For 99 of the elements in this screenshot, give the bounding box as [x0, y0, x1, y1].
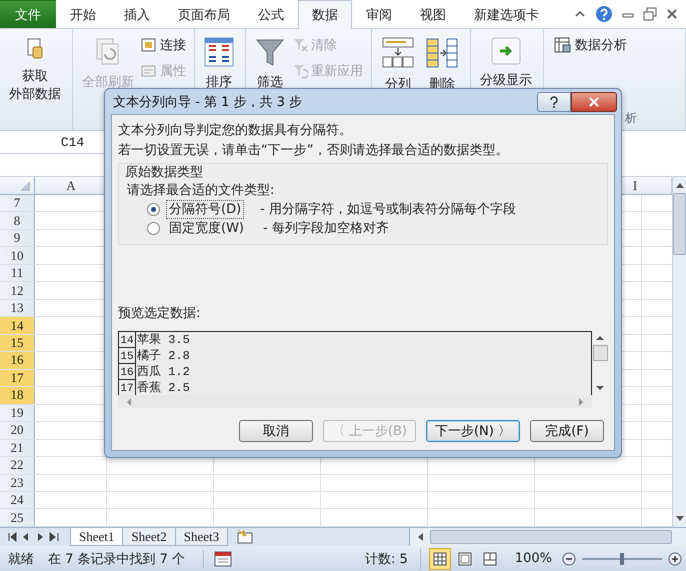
- sheet-tab[interactable]: Sheet3: [174, 528, 228, 546]
- clear-filter-icon: [292, 37, 308, 53]
- row-header[interactable]: 23: [0, 474, 35, 491]
- pagebreak-view-icon: [482, 550, 498, 566]
- row-header[interactable]: 12: [0, 282, 35, 299]
- zoom-level[interactable]: 100%: [508, 551, 558, 566]
- ribbon-tab[interactable]: 新建选项卡: [460, 0, 553, 28]
- radio-button[interactable]: [147, 222, 160, 235]
- properties-icon: [141, 63, 157, 79]
- option-description: - 每列字段加空格对齐: [263, 220, 389, 237]
- ribbon-tab[interactable]: 页面布局: [164, 0, 244, 28]
- zoom-out-icon: [562, 552, 576, 566]
- horizontal-scrollbar[interactable]: [409, 528, 686, 546]
- row-header[interactable]: 13: [0, 300, 35, 316]
- preview-label: 预览选定数据:: [118, 305, 202, 323]
- row-header[interactable]: 9: [0, 230, 35, 246]
- dialog-title: 文本分列向导 - 第 1 步，共 3 步: [112, 94, 302, 110]
- ribbon-button[interactable]: 数据分析: [552, 35, 629, 55]
- group-title: 原始数据类型: [125, 164, 204, 182]
- filter-icon: [255, 37, 285, 67]
- scroll-down-icon: [595, 385, 605, 391]
- row-header[interactable]: 10: [0, 247, 35, 264]
- zoom-slider[interactable]: [580, 552, 664, 564]
- scroll-left-icon: [126, 396, 132, 406]
- dialog-button[interactable]: 完成(F): [530, 420, 604, 442]
- row-header[interactable]: 24: [0, 492, 35, 508]
- ribbon-tab[interactable]: 审阅: [352, 0, 406, 28]
- row-header[interactable]: 25: [0, 509, 35, 526]
- scroll-thumb[interactable]: [673, 193, 686, 255]
- normal-view-icon: [432, 550, 448, 566]
- preview-row-text: 香蕉 2.5: [136, 380, 190, 395]
- row-header[interactable]: 22: [0, 457, 35, 474]
- ribbon-tab[interactable]: 公式: [244, 0, 298, 28]
- scroll-thumb[interactable]: [430, 530, 672, 544]
- question-mark-icon: [549, 96, 559, 108]
- zoom-in-icon: [668, 552, 682, 566]
- close-button[interactable]: [571, 92, 617, 112]
- ribbon-button[interactable]: 筛选: [252, 33, 288, 93]
- scroll-right-icon: [578, 396, 584, 406]
- radio-label[interactable]: 分隔符号(D): [166, 200, 244, 219]
- preview-row-number: 16: [119, 364, 136, 380]
- row-header[interactable]: 19: [0, 404, 35, 422]
- connection-icon: [141, 37, 157, 53]
- sheet-tab[interactable]: Sheet2: [122, 528, 176, 546]
- chart-table-icon: [554, 37, 572, 53]
- scroll-up-icon: [595, 335, 605, 341]
- preview-row-text: 西瓜 1.2: [136, 364, 190, 380]
- row-header[interactable]: 17: [0, 370, 35, 386]
- preview-row-number: 14: [119, 332, 136, 348]
- preview-row-number: 15: [119, 348, 136, 364]
- vertical-scrollbar[interactable]: [672, 177, 686, 527]
- view-button[interactable]: [428, 548, 451, 570]
- ribbon-button[interactable]: 获取 外部数据: [6, 33, 64, 105]
- radio-label[interactable]: 固定宽度(W): [166, 219, 247, 238]
- prompt-text: 请选择最合适的文件类型:: [126, 182, 276, 200]
- sort-icon: [204, 37, 234, 67]
- help-button[interactable]: [537, 92, 571, 112]
- help-icon: [595, 5, 613, 23]
- ribbon-tab[interactable]: 插入: [110, 0, 164, 28]
- row-header[interactable]: 18: [0, 387, 35, 404]
- remove-duplicates-icon: [425, 37, 459, 69]
- row-header[interactable]: 21: [0, 440, 35, 456]
- ribbon-button[interactable]: 排序: [201, 33, 237, 93]
- row-header[interactable]: 8: [0, 212, 35, 229]
- dialog-button[interactable]: 下一步(N) 〉: [426, 420, 520, 442]
- ribbon-button[interactable]: 连接: [139, 35, 188, 55]
- option-description: - 用分隔字符，如逗号或制表符分隔每个字段: [260, 201, 516, 218]
- scroll-up-icon: [674, 181, 684, 189]
- ribbon-button[interactable]: 分级显示: [477, 33, 535, 91]
- row-header[interactable]: 16: [0, 352, 35, 369]
- status-text: 在 7 条记录中找到 7 个: [48, 550, 204, 568]
- row-header[interactable]: 20: [0, 422, 35, 439]
- group-label: 析: [625, 110, 637, 127]
- horizontal-scrollbar[interactable]: [118, 395, 592, 408]
- ribbon-tab[interactable]: 开始: [56, 0, 110, 28]
- row-header[interactable]: 14: [0, 317, 35, 334]
- row-header[interactable]: 15: [0, 334, 35, 352]
- scroll-down-icon: [674, 515, 684, 523]
- row-header[interactable]: 7: [0, 195, 35, 212]
- restore-icon: [643, 7, 657, 21]
- sheet-tab[interactable]: Sheet1: [70, 528, 124, 546]
- scroll-left-icon: [416, 532, 424, 542]
- close-icon: [666, 8, 678, 20]
- preview-row-text: 苹果 3.5: [136, 332, 190, 348]
- close-icon: [588, 96, 600, 106]
- row-header[interactable]: 11: [0, 264, 35, 282]
- reapply-filter-icon: [292, 63, 308, 79]
- split-columns-icon: [381, 37, 415, 69]
- dialog-button[interactable]: 取消: [238, 420, 313, 442]
- status-text: 就绪: [7, 550, 35, 568]
- file-tab[interactable]: 文件: [0, 0, 56, 28]
- radio-button[interactable]: [147, 203, 160, 216]
- macro-record-icon: [214, 550, 232, 566]
- layout-view-icon: [456, 550, 473, 566]
- ribbon-tab[interactable]: 视图: [406, 0, 460, 28]
- scroll-thumb[interactable]: [592, 345, 608, 361]
- status-text: 计数: 5: [365, 550, 409, 568]
- ribbon-tab[interactable]: 数据: [298, 0, 352, 29]
- preview-row-text: 橘子 2.8: [136, 348, 190, 364]
